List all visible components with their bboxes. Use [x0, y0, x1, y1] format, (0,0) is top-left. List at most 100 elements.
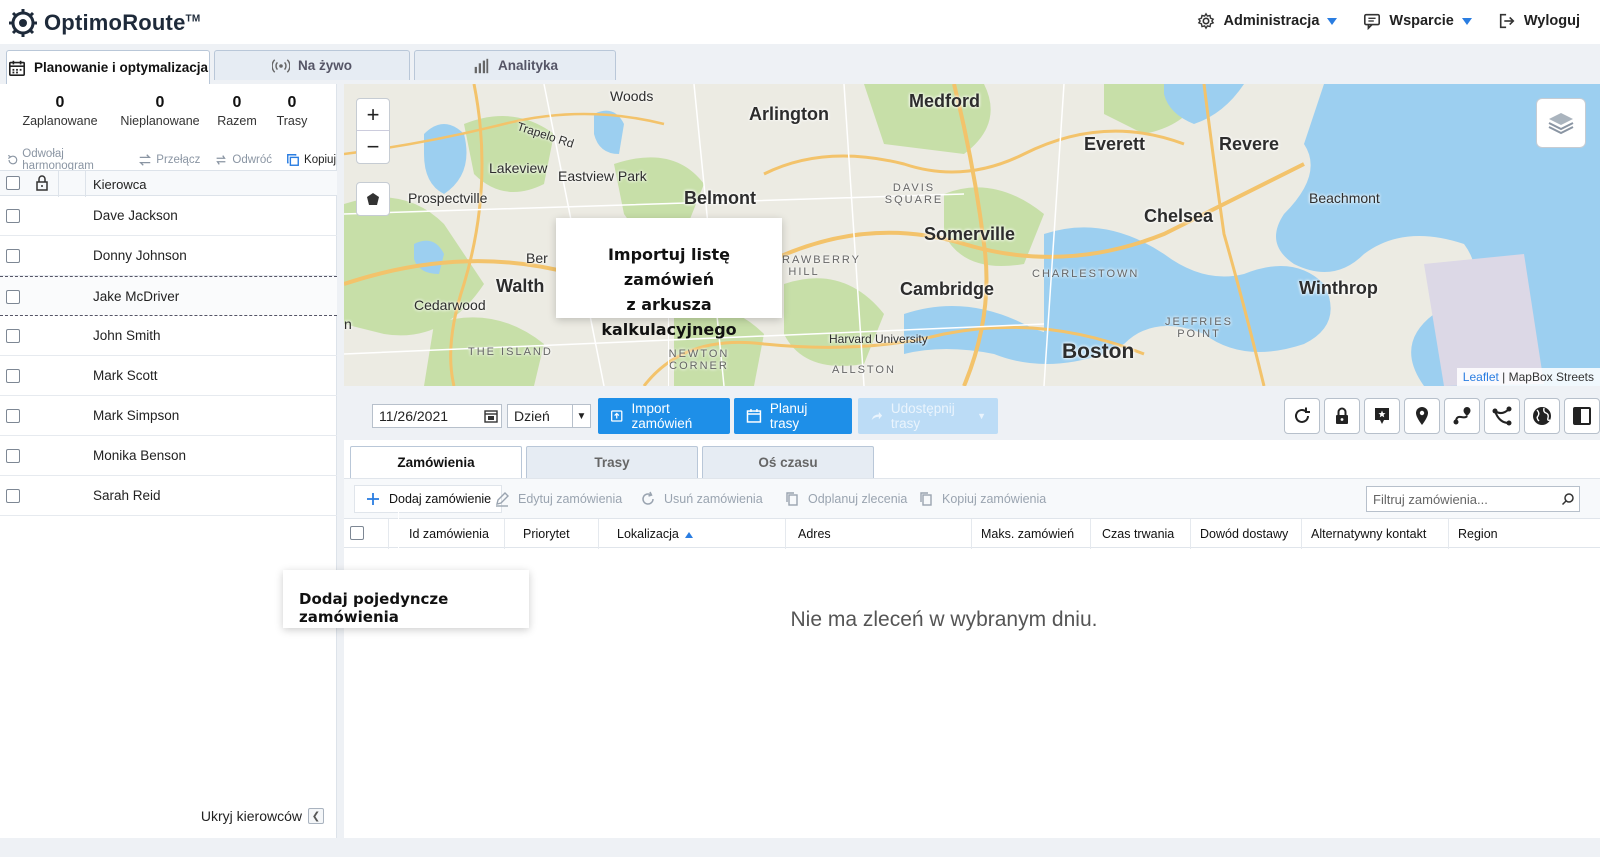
driver-name: John Smith: [93, 328, 161, 343]
lock-button[interactable]: [1324, 398, 1360, 434]
column-divider: [1301, 519, 1302, 549]
plan-routes-button[interactable]: Planuj trasy: [734, 398, 852, 434]
driver-checkbox[interactable]: [6, 209, 20, 223]
table-row[interactable]: Mark Simpson: [0, 396, 337, 436]
table-row[interactable]: John Smith: [0, 316, 337, 356]
map-label: Somerville: [924, 224, 1016, 244]
chevron-left-icon: ❮: [308, 808, 324, 824]
location-pin-icon: [1416, 407, 1428, 425]
column-address[interactable]: Adres: [798, 527, 831, 541]
import-callout: Importuj listę zamówień z arkusza kalkul…: [556, 218, 782, 339]
column-divider: [598, 519, 599, 549]
column-max-orders[interactable]: Maks. zamówień: [981, 527, 1074, 541]
tab-planning[interactable]: Planowanie i optymalizacja: [6, 50, 210, 84]
column-driver[interactable]: Kierowca: [93, 177, 146, 192]
edit-orders-button[interactable]: Edytuj zamówienia: [494, 491, 622, 507]
period-select[interactable]: Dzień ▼: [507, 404, 591, 428]
map-label: NEWTON CORNER: [668, 348, 730, 372]
unplan-orders-button[interactable]: Odplanuj zlecenia: [784, 491, 907, 507]
marker-add-button[interactable]: [1364, 398, 1400, 434]
lock-icon[interactable]: [34, 175, 50, 191]
map-label: JEFFRIES POINT: [1165, 316, 1233, 340]
driver-checkbox[interactable]: [6, 369, 20, 383]
stats-summary: 0 Zaplanowane 0 Nieplanowane 0 Razem 0 T…: [0, 94, 337, 134]
column-alt-contact[interactable]: Alternatywny kontakt: [1311, 527, 1426, 541]
leaflet-link[interactable]: Leaflet: [1463, 370, 1499, 384]
location-pin-button[interactable]: [1404, 398, 1440, 434]
date-picker[interactable]: 11/26/2021: [372, 404, 502, 428]
main-tabs: Planowanie i optymalizacja Na żywo Anali…: [6, 50, 616, 84]
route-button[interactable]: [1444, 398, 1480, 434]
layers-button[interactable]: [1536, 98, 1586, 148]
copy-icon: [287, 154, 299, 166]
import-orders-button[interactable]: Import zamówień: [598, 398, 730, 434]
driver-checkbox[interactable]: [6, 489, 20, 503]
column-priority[interactable]: Priorytet: [523, 527, 570, 541]
column-region[interactable]: Region: [1458, 527, 1498, 541]
copy-orders-button[interactable]: Kopiuj zamówienia: [918, 491, 1046, 507]
map[interactable]: Arlington Medford Everett Revere Chelsea…: [344, 84, 1600, 386]
support-menu[interactable]: Wsparcie: [1363, 12, 1472, 30]
calendar-icon: [484, 410, 498, 423]
table-row[interactable]: Mark Scott: [0, 356, 337, 396]
driver-checkbox[interactable]: [6, 249, 20, 263]
zoom-in-button[interactable]: +: [357, 99, 389, 131]
sidebar-toggle-button[interactable]: [1564, 398, 1600, 434]
switch-button[interactable]: Przełącz: [138, 153, 200, 167]
table-row[interactable]: Sarah Reid: [0, 476, 337, 516]
column-duration[interactable]: Czas trwania: [1102, 527, 1174, 541]
orders-panel: 11/26/2021 Dzień ▼ Import zamówień Planu…: [344, 386, 1600, 838]
delete-orders-button[interactable]: Usuń zamówienia: [640, 491, 763, 507]
column-location[interactable]: Lokalizacja: [617, 527, 693, 541]
share-routes-button[interactable]: Udostępnij trasy ▼: [858, 398, 998, 434]
order-sub-tabs: Zamówienia Trasy Oś czasu: [350, 446, 874, 478]
admin-menu[interactable]: Administracja: [1197, 12, 1338, 30]
chevron-down-icon: [1327, 17, 1338, 25]
driver-checkbox[interactable]: [6, 449, 20, 463]
select-all-orders-checkbox[interactable]: [350, 526, 364, 540]
column-order-id[interactable]: Id zamówienia: [409, 527, 489, 541]
copy-icon: [920, 492, 932, 506]
draw-polygon-button[interactable]: [356, 182, 390, 216]
logout-button[interactable]: Wyloguj: [1498, 12, 1580, 30]
filter-orders-input[interactable]: Filtruj zamówienia...: [1366, 486, 1580, 512]
map-tool-buttons: [1284, 398, 1600, 434]
calendar-icon: [746, 409, 762, 423]
driver-checkbox[interactable]: [6, 290, 20, 304]
refresh-button[interactable]: [1284, 398, 1320, 434]
globe-button[interactable]: [1524, 398, 1560, 434]
marker-add-icon: [1375, 408, 1389, 424]
table-row[interactable]: Donny Johnson: [0, 236, 337, 276]
sort-ascending-icon: [684, 531, 693, 538]
tab-routes[interactable]: Trasy: [526, 446, 698, 478]
driver-table-header: Kierowca: [0, 170, 337, 197]
column-proof-of-delivery[interactable]: Dowód dostawy: [1200, 527, 1288, 541]
driver-checkbox[interactable]: [6, 409, 20, 423]
column-divider: [1090, 519, 1091, 549]
table-row[interactable]: Jake McDriver: [0, 276, 337, 316]
hide-drivers-button[interactable]: Ukryj kierowców ❮: [201, 808, 324, 824]
driver-name: Donny Johnson: [93, 248, 187, 263]
reverse-button[interactable]: Odwróć: [214, 153, 272, 167]
tab-orders[interactable]: Zamówienia: [350, 446, 522, 478]
stat-total: 0 Razem: [217, 94, 257, 128]
logo[interactable]: OptimoRouteTM: [8, 8, 200, 38]
map-label: Boston: [1062, 340, 1135, 363]
select-all-checkbox[interactable]: [6, 176, 20, 190]
chevron-down-icon: [1461, 17, 1472, 25]
route-split-button[interactable]: [1484, 398, 1520, 434]
tab-live[interactable]: Na żywo: [214, 50, 410, 80]
tab-analytics[interactable]: Analityka: [414, 50, 616, 80]
map-label: DAVIS SQUARE: [884, 182, 944, 206]
table-row[interactable]: Dave Jackson: [0, 196, 337, 236]
top-nav: Administracja Wsparcie Wyloguj: [1197, 12, 1580, 30]
map-label: Belmont: [684, 188, 756, 208]
unschedule-button[interactable]: Odwołaj harmonogram: [6, 148, 124, 172]
zoom-out-button[interactable]: −: [357, 131, 389, 163]
table-row[interactable]: Monika Benson: [0, 436, 337, 476]
driver-checkbox[interactable]: [6, 329, 20, 343]
tab-timeline[interactable]: Oś czasu: [702, 446, 874, 478]
import-icon: [611, 410, 623, 422]
add-order-button[interactable]: Dodaj zamówienie: [354, 485, 503, 513]
copy-button[interactable]: Kopiuj: [286, 153, 336, 167]
